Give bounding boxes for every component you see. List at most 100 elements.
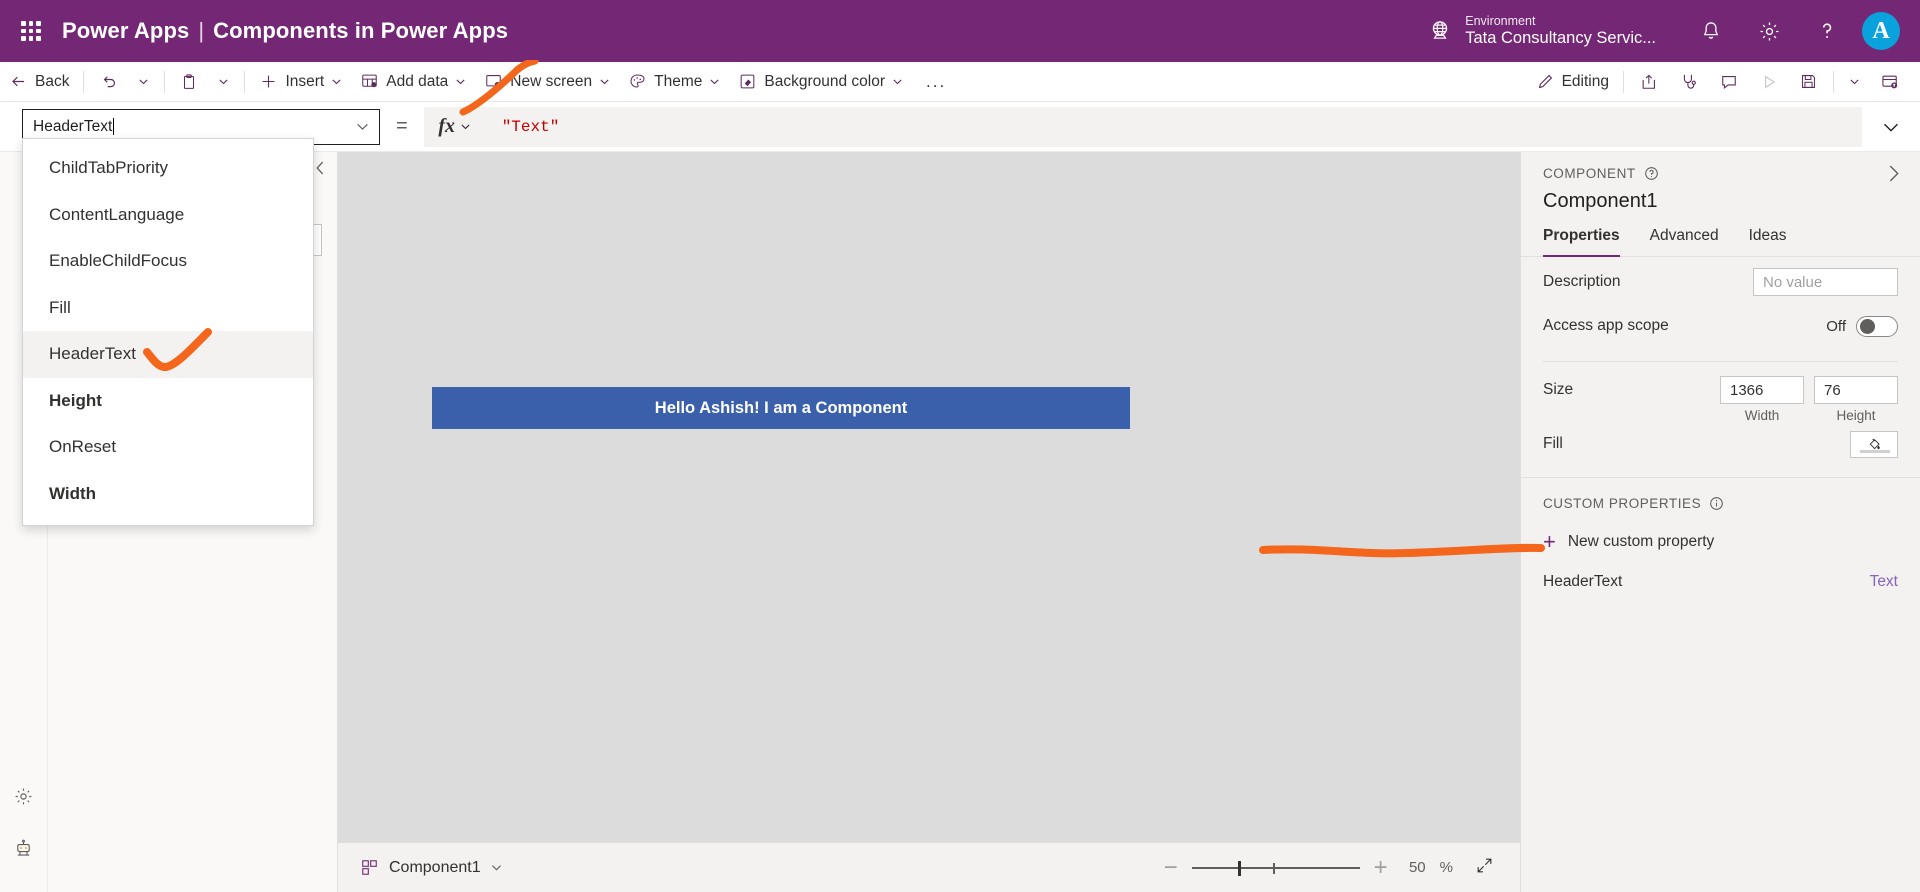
panel-expand-chevron-right-icon[interactable] <box>1885 164 1902 188</box>
tree-collapse-chevron-left-icon[interactable] <box>314 160 327 180</box>
zoom-slider[interactable] <box>1191 859 1360 877</box>
fx-button[interactable]: fx <box>423 106 486 147</box>
overflow-menu-button[interactable]: ... <box>912 72 960 92</box>
zoom-slider-thumb[interactable] <box>1237 860 1241 876</box>
property-dropdown-item[interactable]: HeaderText <box>23 331 313 378</box>
custom-property-row[interactable]: HeaderText Text <box>1521 553 1920 591</box>
back-button[interactable]: Back <box>0 62 78 102</box>
save-icon[interactable] <box>1789 62 1828 102</box>
power-apps-studio: Power Apps | Components in Power Apps Envi… <box>0 0 1920 892</box>
undo-dropdown-chevron-down-icon[interactable] <box>128 62 159 102</box>
zoom-out-button[interactable]: − <box>1164 855 1178 880</box>
play-icon[interactable] <box>1749 62 1789 102</box>
formula-input[interactable]: "Text" <box>485 106 1862 147</box>
command-bar: Back Insert Add data New screen Theme Ba… <box>0 62 1920 102</box>
divider <box>1543 361 1898 362</box>
width-input[interactable]: 1366 <box>1720 376 1804 404</box>
new-custom-property-button[interactable]: + New custom property <box>1521 511 1920 553</box>
stethoscope-icon[interactable] <box>1669 62 1709 102</box>
gear-icon[interactable] <box>1740 0 1798 62</box>
divider <box>1833 70 1834 93</box>
environment-picker[interactable]: Environment Tata Consultancy Servic... <box>1427 14 1656 47</box>
description-right: No value <box>1753 268 1898 296</box>
panel-kicker: COMPONENT <box>1543 166 1898 181</box>
top-header-bar: Power Apps | Components in Power Apps Envi… <box>0 0 1920 62</box>
background-color-label: Background color <box>764 72 886 90</box>
clipboard-icon[interactable] <box>170 62 208 102</box>
panel-tab[interactable]: Advanced <box>1650 227 1719 256</box>
height-input[interactable]: 76 <box>1814 376 1898 404</box>
editing-mode-button[interactable]: Editing <box>1527 62 1618 102</box>
zoom-unit: % <box>1439 859 1453 876</box>
new-screen-button[interactable]: New screen <box>475 62 619 102</box>
fill-color-button[interactable] <box>1850 430 1898 458</box>
gear-icon[interactable] <box>0 770 48 822</box>
avatar[interactable]: A <box>1862 12 1900 50</box>
bell-icon[interactable] <box>1682 0 1740 62</box>
access-app-scope-toggle[interactable] <box>1856 315 1898 337</box>
header-right-group: Environment Tata Consultancy Servic... A <box>1427 0 1920 62</box>
robot-icon[interactable] <box>0 822 48 874</box>
access-app-scope-right: Off <box>1826 315 1898 337</box>
zoom-in-button[interactable]: + <box>1374 855 1388 880</box>
waffle-grid-icon[interactable] <box>18 18 44 44</box>
properties-panel: COMPONENT Component1 Properties Advanced I… <box>1520 152 1920 892</box>
property-selector-chevron-down-icon[interactable] <box>356 120 369 133</box>
custom-property-name: HeaderText <box>1543 573 1623 590</box>
canvas-status-bar: Component1 − + 50 % <box>338 842 1520 892</box>
formula-expand-chevron-down-icon[interactable] <box>1862 102 1920 152</box>
divider <box>83 70 85 93</box>
paste-dropdown-chevron-down-icon[interactable] <box>208 62 239 102</box>
divider <box>164 70 166 93</box>
property-dropdown-list[interactable]: ChildTabPriority ContentLanguage EnableChi… <box>22 138 314 526</box>
comment-icon[interactable] <box>1709 62 1749 102</box>
panel-basic-section: Description No value Access app scope Of… <box>1521 263 1920 463</box>
publish-icon[interactable] <box>1870 62 1910 102</box>
brand-name: Power Apps <box>62 18 190 43</box>
save-dropdown-chevron-down-icon[interactable] <box>1839 62 1870 102</box>
theme-button[interactable]: Theme <box>619 62 729 102</box>
undo-icon[interactable] <box>89 62 128 102</box>
zoom-slider-tick <box>1272 862 1275 874</box>
property-dropdown-item[interactable]: OnReset <box>23 424 313 471</box>
property-dropdown-item[interactable]: EnableChildFocus <box>23 238 313 285</box>
background-color-button[interactable]: Background color <box>729 62 912 102</box>
panel-kicker-label: COMPONENT <box>1543 166 1636 181</box>
panel-tab[interactable]: Properties <box>1543 227 1620 257</box>
status-component-name: Component1 <box>389 858 481 876</box>
back-label: Back <box>35 72 70 90</box>
status-chevron-down-icon[interactable] <box>491 862 502 873</box>
property-dropdown-item[interactable]: Height <box>23 378 313 425</box>
height-field-group: 76 Height <box>1814 376 1898 423</box>
property-dropdown-item-label: Height <box>49 390 102 410</box>
panel-tab[interactable]: Ideas <box>1749 227 1787 256</box>
property-dropdown-item[interactable]: Fill <box>23 285 313 332</box>
environment-label: Environment <box>1465 14 1536 29</box>
property-dropdown-item[interactable]: Width <box>23 471 313 518</box>
property-selector-value: HeaderText <box>33 117 113 135</box>
insert-button[interactable]: Insert <box>250 62 351 102</box>
plus-icon: + <box>1543 529 1556 554</box>
size-row: Size 1366 Width 76 Height <box>1543 376 1898 423</box>
add-data-button[interactable]: Add data <box>351 62 475 102</box>
app-canvas[interactable]: Hello Ashish! I am a Component <box>338 152 1520 842</box>
property-dropdown-item[interactable]: ContentLanguage <box>23 192 313 239</box>
new-custom-property-label: New custom property <box>1567 533 1715 550</box>
fx-label: fx <box>438 115 456 137</box>
fill-label: Fill <box>1543 435 1563 452</box>
question-mark-icon[interactable] <box>1798 0 1856 62</box>
description-input[interactable]: No value <box>1753 268 1898 296</box>
component-preview[interactable]: Hello Ashish! I am a Component <box>432 387 1130 429</box>
zoom-controls: − + 50 % <box>1164 855 1494 880</box>
expand-diagonal-icon[interactable] <box>1475 856 1494 880</box>
custom-property-type[interactable]: Text <box>1870 573 1898 591</box>
size-label: Size <box>1543 381 1574 398</box>
question-circle-icon[interactable] <box>1644 166 1659 181</box>
fx-chevron-down-icon[interactable] <box>460 121 471 132</box>
share-icon[interactable] <box>1629 62 1669 102</box>
info-circle-icon[interactable] <box>1709 496 1724 511</box>
fill-color-swatch <box>1860 449 1890 453</box>
status-component-selector[interactable]: Component1 <box>360 858 502 877</box>
property-dropdown-item[interactable]: ChildTabPriority <box>23 145 313 192</box>
zoom-slider-track <box>1191 866 1360 869</box>
